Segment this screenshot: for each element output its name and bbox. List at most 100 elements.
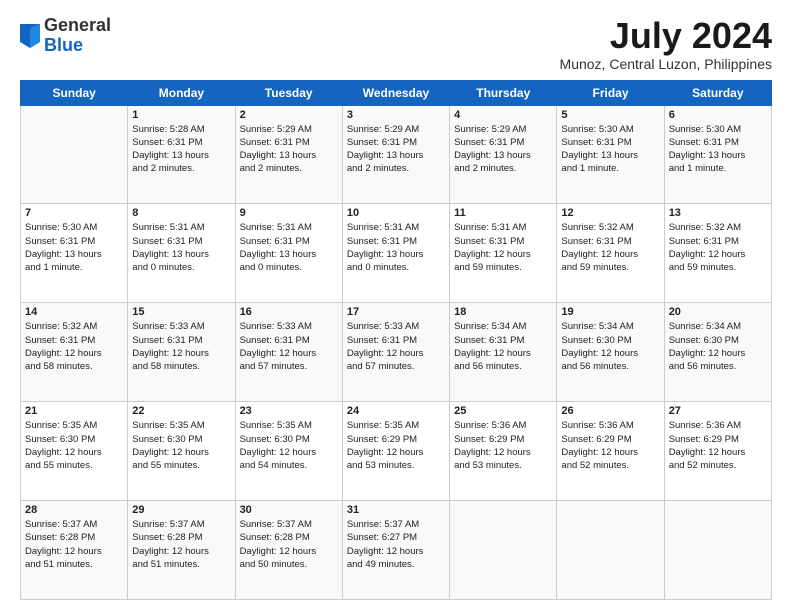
- day-content: Sunrise: 5:31 AM Sunset: 6:31 PM Dayligh…: [132, 221, 230, 274]
- day-number: 12: [561, 207, 659, 219]
- calendar-cell: 30 Sunrise: 5:37 AM Sunset: 6:28 PM Dayli…: [235, 501, 342, 600]
- weekday-header-thursday: Thursday: [450, 80, 557, 105]
- weekday-header-wednesday: Wednesday: [342, 80, 449, 105]
- day-content: Sunrise: 5:29 AM Sunset: 6:31 PM Dayligh…: [240, 123, 338, 176]
- weekday-header-friday: Friday: [557, 80, 664, 105]
- day-content: Sunrise: 5:34 AM Sunset: 6:30 PM Dayligh…: [561, 320, 659, 373]
- week-row-5: 28 Sunrise: 5:37 AM Sunset: 6:28 PM Dayli…: [21, 501, 772, 600]
- day-number: 11: [454, 207, 552, 219]
- day-number: 25: [454, 405, 552, 417]
- day-number: 8: [132, 207, 230, 219]
- day-content: Sunrise: 5:29 AM Sunset: 6:31 PM Dayligh…: [454, 123, 552, 176]
- week-row-1: 1 Sunrise: 5:28 AM Sunset: 6:31 PM Daylig…: [21, 105, 772, 204]
- weekday-header-saturday: Saturday: [664, 80, 771, 105]
- day-content: Sunrise: 5:36 AM Sunset: 6:29 PM Dayligh…: [454, 419, 552, 472]
- calendar-cell: 8 Sunrise: 5:31 AM Sunset: 6:31 PM Daylig…: [128, 204, 235, 303]
- calendar-cell: 7 Sunrise: 5:30 AM Sunset: 6:31 PM Daylig…: [21, 204, 128, 303]
- calendar-cell: 29 Sunrise: 5:37 AM Sunset: 6:28 PM Dayli…: [128, 501, 235, 600]
- calendar-cell: 2 Sunrise: 5:29 AM Sunset: 6:31 PM Daylig…: [235, 105, 342, 204]
- day-content: Sunrise: 5:37 AM Sunset: 6:28 PM Dayligh…: [132, 518, 230, 571]
- weekday-header-sunday: Sunday: [21, 80, 128, 105]
- calendar-cell: 21 Sunrise: 5:35 AM Sunset: 6:30 PM Dayli…: [21, 402, 128, 501]
- calendar-cell: 23Sunrise: 5:35 AM Sunset: 6:30 PM Dayli…: [235, 402, 342, 501]
- day-number: 19: [561, 306, 659, 318]
- week-row-3: 14 Sunrise: 5:32 AM Sunset: 6:31 PM Dayli…: [21, 303, 772, 402]
- day-number: 4: [454, 109, 552, 121]
- day-content: Sunrise: 5:30 AM Sunset: 6:31 PM Dayligh…: [25, 221, 123, 274]
- day-content: Sunrise: 5:33 AM Sunset: 6:31 PM Dayligh…: [347, 320, 445, 373]
- day-number: 29: [132, 504, 230, 516]
- day-content: Sunrise: 5:35 AM Sunset: 6:30 PM Dayligh…: [25, 419, 123, 472]
- day-content: Sunrise: 5:35 AM Sunset: 6:29 PM Dayligh…: [347, 419, 445, 472]
- weekday-header-tuesday: Tuesday: [235, 80, 342, 105]
- calendar-cell: 15Sunrise: 5:33 AM Sunset: 6:31 PM Dayli…: [128, 303, 235, 402]
- day-number: 17: [347, 306, 445, 318]
- calendar-cell: [557, 501, 664, 600]
- calendar-cell: 10 Sunrise: 5:31 AM Sunset: 6:31 PM Dayli…: [342, 204, 449, 303]
- calendar-cell: 24 Sunrise: 5:35 AM Sunset: 6:29 PM Dayli…: [342, 402, 449, 501]
- day-content: Sunrise: 5:35 AM Sunset: 6:30 PM Dayligh…: [240, 419, 338, 472]
- day-content: Sunrise: 5:36 AM Sunset: 6:29 PM Dayligh…: [561, 419, 659, 472]
- logo-blue: Blue: [44, 35, 83, 55]
- day-content: Sunrise: 5:31 AM Sunset: 6:31 PM Dayligh…: [240, 221, 338, 274]
- day-content: Sunrise: 5:28 AM Sunset: 6:31 PM Dayligh…: [132, 123, 230, 176]
- day-content: Sunrise: 5:33 AM Sunset: 6:31 PM Dayligh…: [132, 320, 230, 373]
- calendar-cell: [21, 105, 128, 204]
- day-number: 6: [669, 109, 767, 121]
- calendar-cell: 4 Sunrise: 5:29 AM Sunset: 6:31 PM Daylig…: [450, 105, 557, 204]
- calendar-cell: 5Sunrise: 5:30 AM Sunset: 6:31 PM Daylig…: [557, 105, 664, 204]
- day-content: Sunrise: 5:29 AM Sunset: 6:31 PM Dayligh…: [347, 123, 445, 176]
- logo-icon: [20, 24, 40, 48]
- day-number: 3: [347, 109, 445, 121]
- calendar-cell: 6Sunrise: 5:30 AM Sunset: 6:31 PM Daylig…: [664, 105, 771, 204]
- day-number: 22: [132, 405, 230, 417]
- calendar-cell: 26Sunrise: 5:36 AM Sunset: 6:29 PM Dayli…: [557, 402, 664, 501]
- day-number: 18: [454, 306, 552, 318]
- page: General Blue July 2024 Munoz, Central Lu…: [0, 0, 792, 612]
- day-content: Sunrise: 5:37 AM Sunset: 6:28 PM Dayligh…: [240, 518, 338, 571]
- location: Munoz, Central Luzon, Philippines: [560, 56, 772, 72]
- day-number: 16: [240, 306, 338, 318]
- day-content: Sunrise: 5:34 AM Sunset: 6:31 PM Dayligh…: [454, 320, 552, 373]
- day-content: Sunrise: 5:32 AM Sunset: 6:31 PM Dayligh…: [25, 320, 123, 373]
- day-number: 24: [347, 405, 445, 417]
- calendar-cell: 20 Sunrise: 5:34 AM Sunset: 6:30 PM Dayli…: [664, 303, 771, 402]
- calendar-cell: 13Sunrise: 5:32 AM Sunset: 6:31 PM Dayli…: [664, 204, 771, 303]
- day-number: 2: [240, 109, 338, 121]
- weekday-header-row: SundayMondayTuesdayWednesdayThursdayFrid…: [21, 80, 772, 105]
- day-number: 21: [25, 405, 123, 417]
- day-number: 30: [240, 504, 338, 516]
- calendar-cell: 31 Sunrise: 5:37 AM Sunset: 6:27 PM Dayli…: [342, 501, 449, 600]
- day-number: 28: [25, 504, 123, 516]
- calendar-cell: 1 Sunrise: 5:28 AM Sunset: 6:31 PM Daylig…: [128, 105, 235, 204]
- calendar-cell: 22Sunrise: 5:35 AM Sunset: 6:30 PM Dayli…: [128, 402, 235, 501]
- day-content: Sunrise: 5:32 AM Sunset: 6:31 PM Dayligh…: [561, 221, 659, 274]
- logo-general: General: [44, 15, 111, 35]
- calendar-cell: 25 Sunrise: 5:36 AM Sunset: 6:29 PM Dayli…: [450, 402, 557, 501]
- day-content: Sunrise: 5:30 AM Sunset: 6:31 PM Dayligh…: [561, 123, 659, 176]
- day-number: 14: [25, 306, 123, 318]
- day-content: Sunrise: 5:31 AM Sunset: 6:31 PM Dayligh…: [454, 221, 552, 274]
- calendar-cell: 12 Sunrise: 5:32 AM Sunset: 6:31 PM Dayli…: [557, 204, 664, 303]
- day-content: Sunrise: 5:33 AM Sunset: 6:31 PM Dayligh…: [240, 320, 338, 373]
- day-content: Sunrise: 5:37 AM Sunset: 6:28 PM Dayligh…: [25, 518, 123, 571]
- title-block: July 2024 Munoz, Central Luzon, Philippi…: [560, 16, 772, 72]
- day-number: 10: [347, 207, 445, 219]
- calendar-cell: 18 Sunrise: 5:34 AM Sunset: 6:31 PM Dayli…: [450, 303, 557, 402]
- calendar-cell: 16 Sunrise: 5:33 AM Sunset: 6:31 PM Dayli…: [235, 303, 342, 402]
- calendar-cell: 9Sunrise: 5:31 AM Sunset: 6:31 PM Daylig…: [235, 204, 342, 303]
- day-content: Sunrise: 5:31 AM Sunset: 6:31 PM Dayligh…: [347, 221, 445, 274]
- calendar-cell: 19 Sunrise: 5:34 AM Sunset: 6:30 PM Dayli…: [557, 303, 664, 402]
- calendar-cell: 14 Sunrise: 5:32 AM Sunset: 6:31 PM Dayli…: [21, 303, 128, 402]
- day-number: 20: [669, 306, 767, 318]
- day-number: 31: [347, 504, 445, 516]
- day-number: 1: [132, 109, 230, 121]
- calendar-cell: [664, 501, 771, 600]
- logo: General Blue: [20, 16, 111, 56]
- day-content: Sunrise: 5:36 AM Sunset: 6:29 PM Dayligh…: [669, 419, 767, 472]
- day-content: Sunrise: 5:37 AM Sunset: 6:27 PM Dayligh…: [347, 518, 445, 571]
- day-content: Sunrise: 5:32 AM Sunset: 6:31 PM Dayligh…: [669, 221, 767, 274]
- day-number: 7: [25, 207, 123, 219]
- calendar-cell: 3 Sunrise: 5:29 AM Sunset: 6:31 PM Daylig…: [342, 105, 449, 204]
- day-content: Sunrise: 5:34 AM Sunset: 6:30 PM Dayligh…: [669, 320, 767, 373]
